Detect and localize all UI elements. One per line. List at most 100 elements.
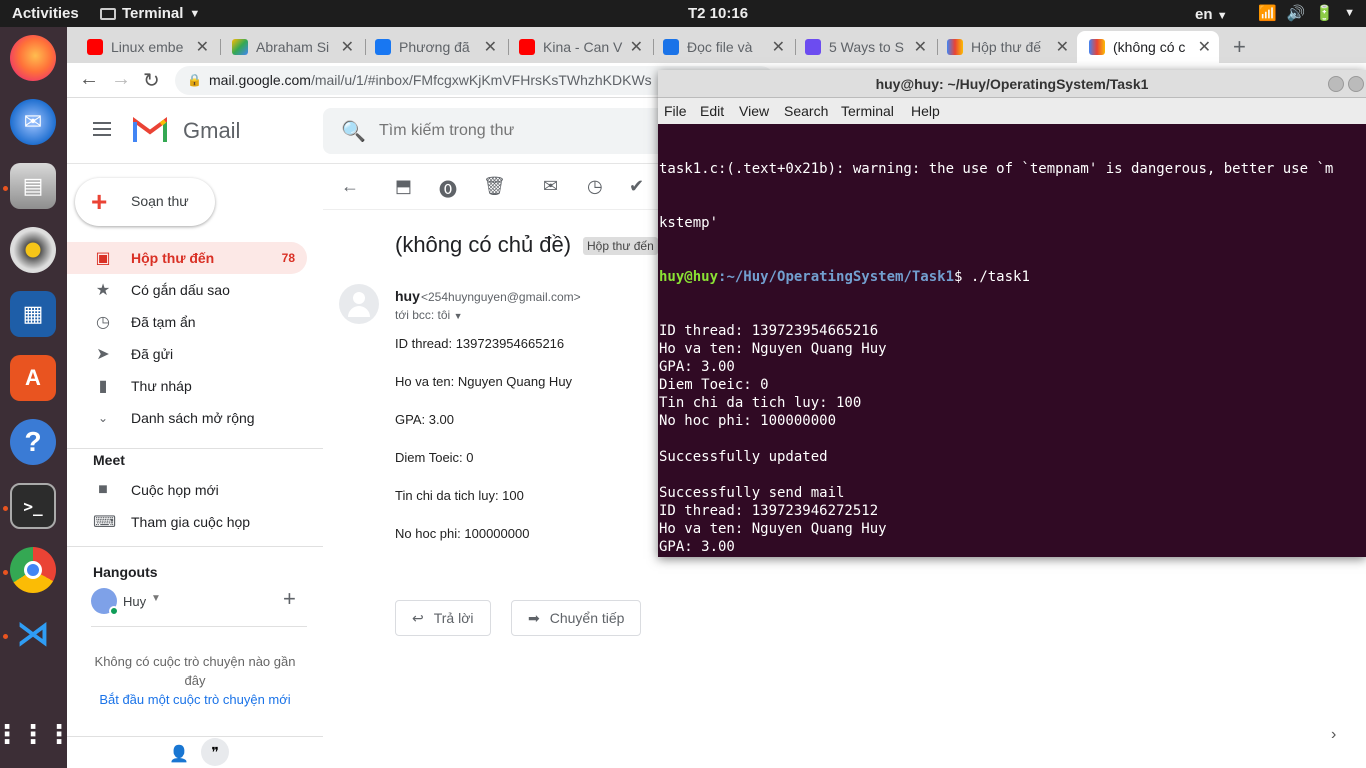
mark-unread-icon[interactable]: ✉ (543, 176, 558, 197)
sidebar-item-drafts[interactable]: ▮ Thư nháp (67, 370, 307, 402)
running-indicator (3, 570, 8, 575)
snooze-icon[interactable]: ◷ (587, 176, 603, 197)
body-line: Tin chi da tich luy: 100 (395, 488, 524, 503)
browser-tab[interactable]: Đọc file và ✕ (651, 31, 793, 63)
sidebar-item-inbox[interactable]: ▣ Hộp thư đến 78 (67, 242, 307, 274)
menu-icon[interactable] (93, 122, 111, 136)
lock-icon: 🔒 (187, 73, 202, 87)
tab-title: Hộp thư đế (971, 39, 1042, 55)
reply-button[interactable]: ↩ Trả lời (395, 600, 491, 636)
reload-icon[interactable]: ↻ (143, 68, 160, 93)
firefox-icon[interactable] (10, 35, 56, 81)
gmail-icon (947, 39, 963, 55)
menu-file[interactable]: File (664, 103, 687, 119)
browser-tab-active[interactable]: (không có c ✕ (1077, 31, 1219, 63)
compose-button[interactable]: + Soạn thư (75, 178, 215, 226)
language-label: en (1195, 6, 1213, 23)
forward-button[interactable]: ➡ Chuyển tiếp (511, 600, 642, 636)
terminal-icon[interactable]: >_ (10, 483, 56, 529)
sender-name[interactable]: huy (395, 288, 420, 304)
language-indicator[interactable]: en ▼ (1195, 6, 1228, 23)
menu-help[interactable]: Help (911, 103, 940, 119)
terminal-titlebar[interactable]: huy@huy: ~/Huy/OperatingSystem/Task1 (658, 70, 1366, 98)
maximize-icon[interactable] (1348, 76, 1364, 92)
start-chat-link[interactable]: Bắt đầu một cuộc trò chuyện mới (67, 692, 323, 707)
close-icon[interactable]: ✕ (630, 37, 643, 57)
files-icon[interactable]: ▤ (10, 163, 56, 209)
tab-title: Linux embe (111, 39, 184, 55)
terminal-line: Tin chi da tich luy: 100 (659, 395, 862, 411)
menu-edit[interactable]: Edit (700, 103, 724, 119)
browser-tab[interactable]: Kina - Can V ✕ (507, 31, 651, 63)
recipient-line[interactable]: tới bcc: tôi ▼ (395, 308, 462, 322)
browser-tab[interactable]: Linux embe ✕ (75, 31, 217, 63)
back-icon[interactable]: ← (79, 68, 99, 91)
close-icon[interactable]: ✕ (341, 37, 354, 57)
menu-view[interactable]: View (739, 103, 769, 119)
app-menu[interactable]: Terminal ▼ (100, 5, 200, 22)
terminal-line: Ho va ten: Nguyen Quang Huy (659, 341, 887, 357)
chrome-icon[interactable] (10, 547, 56, 593)
contacts-icon[interactable]: 👤 (169, 744, 189, 764)
meet-join-meeting[interactable]: ⌨ Tham gia cuộc họp (67, 506, 307, 538)
delete-icon[interactable]: 🗑 (483, 176, 506, 197)
terminal-output[interactable]: task1.c:(.text+0x21b): warning: the use … (659, 124, 1365, 557)
help-icon[interactable]: ? (10, 419, 56, 465)
close-icon[interactable]: ✕ (196, 37, 209, 57)
browser-tab[interactable]: 5 Ways to S ✕ (793, 31, 935, 63)
caret-down-icon: ▼ (453, 311, 463, 321)
wifi-icon: 📶 (1258, 5, 1277, 22)
close-icon[interactable]: ✕ (914, 37, 927, 57)
hangouts-user[interactable]: Huy (123, 594, 146, 609)
browser-tab[interactable]: Hộp thư đế ✕ (935, 31, 1077, 63)
prompt-path: :~/Huy/OperatingSystem/Task1 (718, 269, 955, 285)
sidebar-item-more[interactable]: ⌄ Danh sách mở rộng (67, 402, 307, 434)
browser-tab[interactable]: Phương đã ✕ (363, 31, 505, 63)
vscode-icon[interactable]: ⋊ (10, 611, 56, 657)
sidebar-item-snoozed[interactable]: ◷ Đã tạm ẩn (67, 306, 307, 338)
caret-down-icon: ▼ (1216, 10, 1228, 22)
menu-search[interactable]: Search (784, 103, 828, 119)
sender-avatar[interactable] (339, 284, 379, 324)
caret-down-icon: ▼ (189, 7, 201, 20)
back-to-inbox-icon[interactable]: ← (341, 176, 359, 197)
forward-icon[interactable]: → (111, 68, 131, 91)
minimize-icon[interactable] (1328, 76, 1344, 92)
activities-button[interactable]: Activities (12, 5, 79, 22)
meet-new-meeting[interactable]: ■ Cuộc họp mới (67, 474, 307, 506)
menu-terminal[interactable]: Terminal (841, 103, 894, 119)
caret-down-icon[interactable]: ▼ (151, 593, 161, 604)
close-icon[interactable]: ✕ (484, 37, 497, 57)
search-icon[interactable]: 🔍 (341, 119, 366, 144)
plus-icon: + (1233, 34, 1246, 59)
prompt-command: $ ./task1 (954, 269, 1030, 285)
close-icon[interactable]: ✕ (1056, 37, 1069, 57)
show-apps-icon[interactable]: ⋮⋮⋮ (0, 711, 72, 757)
clock[interactable]: T2 10:16 (688, 5, 748, 22)
url-path: /mail/u/1/#inbox/FMfcgxwKjKmVFHrsKsTWhzh… (310, 72, 652, 88)
report-spam-icon[interactable]: ⓿ (439, 176, 457, 202)
browser-tab[interactable]: Abraham Si ✕ (220, 31, 362, 63)
writer-icon[interactable]: ▦ (10, 291, 56, 337)
system-tray[interactable]: 📶 🔊 🔋 ▼ (1258, 4, 1355, 22)
hangouts-icon[interactable]: ❞ (201, 738, 229, 766)
close-icon[interactable]: ✕ (1198, 37, 1211, 57)
terminal-window[interactable]: huy@huy: ~/Huy/OperatingSystem/Task1 Fil… (658, 70, 1366, 557)
terminal-line: Successfully updated (659, 449, 828, 465)
software-center-icon[interactable]: A (10, 355, 56, 401)
sidebar-item-sent[interactable]: ➤ Đã gửi (67, 338, 307, 370)
archive-icon[interactable]: ⬒ (395, 176, 412, 197)
add-task-icon[interactable]: ✔ (629, 176, 644, 197)
rhythmbox-icon[interactable] (10, 227, 56, 273)
site-icon (805, 39, 821, 55)
draft-icon: ▮ (98, 378, 108, 395)
thunderbird-icon[interactable]: ✉ (10, 99, 56, 145)
sidebar-item-starred[interactable]: ★ Có gắn dấu sao (67, 274, 307, 306)
new-tab-button[interactable]: + (1227, 31, 1257, 63)
sidebar-item-label: Đã gửi (131, 346, 174, 362)
chevron-right-icon[interactable]: › (1331, 726, 1336, 744)
avatar[interactable] (91, 588, 119, 616)
inbox-label-tag[interactable]: Hộp thư đến (583, 237, 658, 255)
close-icon[interactable]: ✕ (772, 37, 785, 57)
add-chat-icon[interactable]: + (283, 586, 296, 612)
